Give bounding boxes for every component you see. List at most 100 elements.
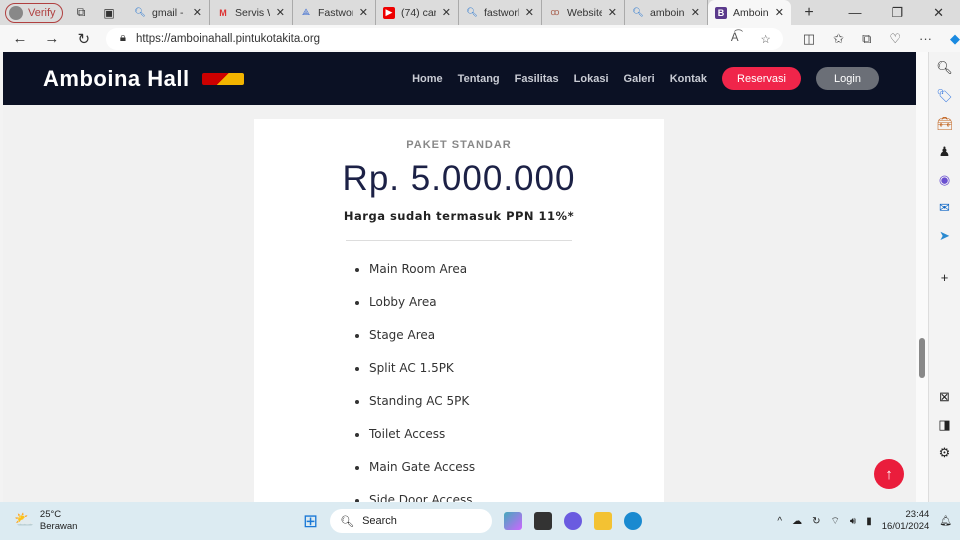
tools-icon[interactable]: 🧰︎	[936, 116, 953, 132]
more-icon[interactable]: ···	[919, 31, 932, 47]
favorites-icon[interactable]: ✩	[833, 31, 844, 47]
close-icon[interactable]: ✕	[442, 6, 451, 19]
tab-bar: Verify ⧉ ▣ 🔍︎ gmail - S ✕ M Servis W ✕ ⟁ Fast…	[0, 0, 960, 25]
back-icon[interactable]: ←	[4, 30, 36, 47]
cloud-icon[interactable]: ☁	[792, 516, 802, 527]
chevron-up-icon[interactable]: ^	[777, 516, 782, 527]
close-icon[interactable]: ✕	[359, 6, 368, 19]
send-icon[interactable]: ➤	[939, 228, 950, 244]
tab-label: amboina	[650, 6, 685, 19]
maximize-icon[interactable]: ❐	[891, 5, 903, 21]
divider	[346, 240, 572, 241]
app-icon[interactable]	[534, 512, 553, 530]
close-icon[interactable]: ✕	[608, 6, 617, 19]
screenshot-icon[interactable]: ⊠	[939, 389, 950, 405]
volume-icon[interactable]: 🔊︎	[850, 516, 856, 527]
weather-widget[interactable]: ⛅ 25°C Berawan	[14, 509, 77, 533]
page-scrollbar[interactable]	[916, 52, 928, 502]
nav-home[interactable]: Home	[412, 73, 443, 85]
tab[interactable]: 🔍︎ gmail - S ✕	[127, 0, 210, 25]
notification-bell-icon[interactable]: 🔔︎	[939, 516, 952, 527]
nav-lokasi[interactable]: Lokasi	[574, 73, 609, 85]
gmail-icon: M	[219, 7, 227, 18]
wifi-icon[interactable]: ⌔	[831, 515, 840, 528]
read-aloud-icon[interactable]: A͡	[731, 32, 739, 46]
site-header: Amboina Hall Home Tentang Fasilitas Loka…	[3, 52, 916, 105]
edge-icon[interactable]	[624, 512, 643, 530]
teams-icon[interactable]	[564, 512, 583, 530]
address-bar-row: ← → ↻ 🔒︎ https://amboinahall.pintukotakit…	[0, 25, 960, 52]
new-tab-icon[interactable]: +	[799, 4, 819, 22]
favorite-star-icon[interactable]: ☆	[761, 32, 771, 46]
login-button[interactable]: Login	[816, 67, 879, 90]
scroll-to-top-button[interactable]: ↑	[874, 459, 904, 489]
clock[interactable]: 23:44 16/01/2024	[882, 509, 930, 533]
settings-gear-icon[interactable]: ⚙	[939, 445, 951, 461]
avatar-icon	[9, 5, 23, 20]
update-icon[interactable]: ↻	[812, 516, 820, 527]
lock-icon: 🔒︎	[119, 32, 126, 44]
feature-item: Main Room Area	[369, 253, 664, 286]
nav-kontak[interactable]: Kontak	[670, 73, 707, 85]
tab-label: (74) cara	[401, 6, 436, 19]
site-logo[interactable]: Amboina Hall	[43, 66, 190, 92]
nav-fasilitas[interactable]: Fasilitas	[515, 73, 559, 85]
tab-label: Fastwork	[318, 6, 353, 19]
close-window-icon[interactable]: ✕	[933, 5, 944, 21]
pricing-card: PAKET STANDAR Rp. 5.000.000 Harga sudah …	[254, 119, 664, 502]
minimize-icon[interactable]: —	[848, 5, 861, 21]
feature-item: Main Gate Access	[369, 451, 664, 484]
battery-icon[interactable]: ▮	[866, 516, 872, 527]
tab[interactable]: 🔍︎ fastwork ✕	[459, 0, 542, 25]
nav-galeri[interactable]: Galeri	[624, 73, 655, 85]
url-input[interactable]: 🔒︎ https://amboinahall.pintukotakita.org A…	[105, 27, 783, 50]
browser-essentials-icon[interactable]: ♡	[889, 31, 901, 47]
tab-label: Servis W	[235, 6, 270, 19]
scrollbar-thumb[interactable]	[919, 338, 925, 378]
profile-label: Verify	[28, 6, 56, 19]
close-icon[interactable]: ✕	[775, 6, 784, 19]
close-icon[interactable]: ✕	[691, 6, 700, 19]
tab[interactable]: ꝏ Website ✕	[542, 0, 625, 25]
sidebar-toggle-icon[interactable]: ◨	[938, 417, 950, 433]
search-label: Search	[362, 515, 397, 527]
collections-icon[interactable]: ⧉	[862, 31, 871, 47]
windows-start-icon[interactable]: ⊞	[303, 511, 318, 532]
temperature: 25°C	[39, 509, 62, 520]
bootstrap-icon: B	[715, 6, 727, 19]
tab-label: Website	[567, 6, 602, 19]
taskbar-search[interactable]: 🔍︎ Search	[330, 509, 493, 533]
close-icon[interactable]: ✕	[525, 6, 534, 19]
feature-item: Split AC 1.5PK	[369, 352, 664, 385]
arrow-up-icon: ↑	[885, 465, 893, 483]
close-icon[interactable]: ✕	[276, 6, 285, 19]
games-icon[interactable]: ♟	[939, 144, 951, 160]
tab[interactable]: ⟁ Fastwork ✕	[293, 0, 376, 25]
workspaces-icon[interactable]: ⧉	[71, 5, 91, 20]
reservasi-button[interactable]: Reservasi	[722, 67, 801, 90]
copilot-icon[interactable]	[504, 512, 523, 530]
split-screen-icon[interactable]: ◫	[803, 31, 815, 47]
microsoft365-icon[interactable]: ◉	[939, 172, 950, 188]
nav-tentang[interactable]: Tentang	[458, 73, 500, 85]
outlook-icon[interactable]: ✉	[939, 200, 950, 216]
profile-button[interactable]: Verify	[5, 2, 63, 23]
search-icon[interactable]: 🔍︎	[936, 60, 953, 76]
tab-active[interactable]: B Amboina ✕	[708, 0, 791, 25]
tab-actions-icon[interactable]: ▣	[99, 6, 119, 20]
close-icon[interactable]: ✕	[193, 6, 202, 19]
add-icon[interactable]: +	[941, 270, 949, 285]
feature-item: Stage Area	[369, 319, 664, 352]
copilot-icon[interactable]: ◆	[950, 31, 960, 47]
shopping-tag-icon[interactable]: 🏷︎	[936, 88, 953, 104]
taskbar: ⛅ 25°C Berawan ⊞ 🔍︎ Search ^ ☁ ↻ ⌔ 🔊︎ ▮ 23:…	[0, 502, 960, 540]
weather-status: Berawan	[39, 521, 78, 532]
file-explorer-icon[interactable]	[594, 512, 613, 530]
refresh-icon[interactable]: ↻	[68, 30, 100, 48]
time: 23:44	[905, 509, 930, 520]
date: 16/01/2024	[881, 521, 930, 532]
tab[interactable]: ▶ (74) cara ✕	[376, 0, 459, 25]
forward-icon[interactable]: →	[36, 30, 68, 47]
tab[interactable]: 🔍︎ amboina ✕	[625, 0, 708, 25]
tab[interactable]: M Servis W ✕	[210, 0, 293, 25]
